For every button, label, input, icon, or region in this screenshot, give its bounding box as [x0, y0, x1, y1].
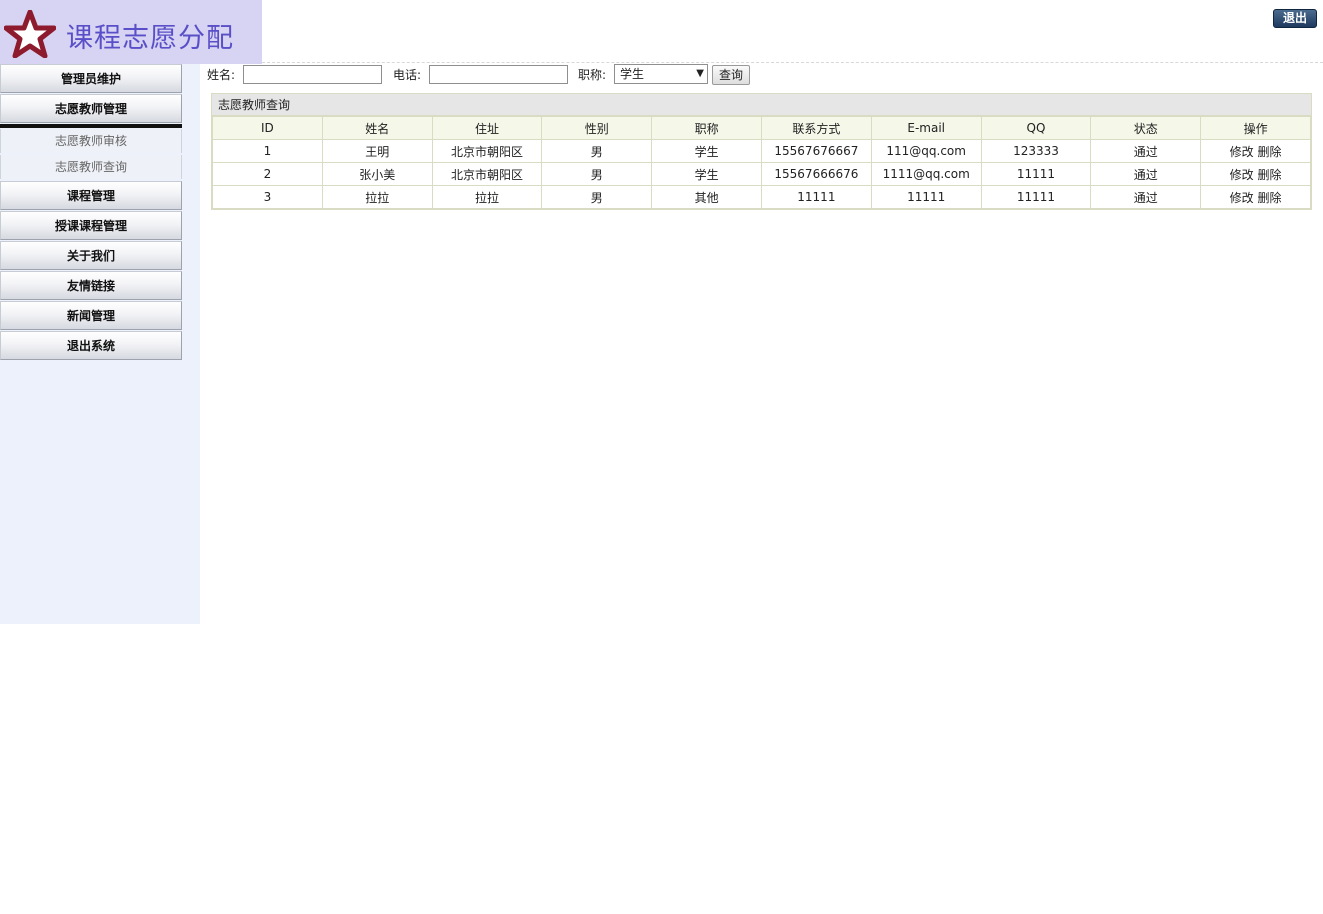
app-title: 课程志愿分配	[66, 22, 234, 54]
query-button[interactable]: 查询	[712, 65, 750, 85]
cell-title: 学生	[651, 139, 762, 163]
sidebar-item-exit[interactable]: 退出系统	[0, 331, 182, 360]
cell-gender: 男	[541, 185, 653, 209]
column-header: 状态	[1090, 116, 1202, 140]
cell-status: 通过	[1090, 185, 1202, 209]
submenu-item-teacher-query[interactable]: 志愿教师查询	[0, 155, 182, 179]
sidebar-item-about[interactable]: 关于我们	[0, 241, 182, 270]
column-header: QQ	[980, 116, 1092, 140]
table-row: 2 张小美 北京市朝阳区 男 学生 15567666676 1111@qq.co…	[212, 162, 1311, 186]
sidebar-item-course[interactable]: 课程管理	[0, 181, 182, 210]
column-header: ID	[212, 116, 323, 140]
delete-link[interactable]: 删除	[1258, 145, 1282, 159]
chevron-down-icon: ▼	[696, 68, 704, 79]
cell-actions: 修改 删除	[1200, 162, 1311, 186]
cell-name: 张小美	[321, 162, 433, 186]
cell-address: 北京市朝阳区	[431, 139, 543, 163]
cell-qq: 123333	[980, 139, 1092, 163]
name-input[interactable]	[243, 65, 382, 84]
edit-link[interactable]: 修改	[1230, 191, 1254, 205]
cell-actions: 修改 删除	[1200, 139, 1311, 163]
sidebar-item-admin[interactable]: 管理员维护	[0, 64, 182, 93]
table-header-row: ID 姓名 住址 性别 职称 联系方式 E-mail QQ 状态 操作	[212, 116, 1311, 140]
delete-link[interactable]: 删除	[1258, 191, 1282, 205]
cell-title: 其他	[651, 185, 762, 209]
column-header: 操作	[1200, 116, 1311, 140]
column-header: 职称	[651, 116, 762, 140]
cell-email: 111@qq.com	[870, 139, 982, 163]
cell-name: 拉拉	[321, 185, 433, 209]
column-header: 联系方式	[760, 116, 872, 140]
cell-address: 拉拉	[431, 185, 543, 209]
cell-address: 北京市朝阳区	[431, 162, 543, 186]
cell-gender: 男	[541, 139, 653, 163]
cell-qq: 11111	[980, 185, 1092, 209]
edit-link[interactable]: 修改	[1230, 168, 1254, 182]
table-row: 3 拉拉 拉拉 男 其他 11111 11111 11111 通过 修改 删除	[212, 185, 1311, 209]
cell-status: 通过	[1090, 139, 1202, 163]
cell-name: 王明	[321, 139, 433, 163]
submenu-item-teacher-review[interactable]: 志愿教师审核	[0, 129, 182, 153]
cell-phone: 15567676667	[760, 139, 872, 163]
logout-button[interactable]: 退出	[1273, 9, 1317, 28]
cell-qq: 11111	[980, 162, 1092, 186]
submenu-divider	[0, 124, 182, 128]
column-header: 姓名	[321, 116, 433, 140]
sidebar-item-links[interactable]: 友情链接	[0, 271, 182, 300]
title-select[interactable]: 学生 ▼	[614, 64, 708, 84]
panel-title: 志愿教师查询	[212, 94, 1311, 116]
phone-label: 电话:	[393, 68, 422, 82]
results-panel: 志愿教师查询 ID 姓名 住址 性别 职称 联系方式 E-mail QQ 状态 …	[211, 93, 1312, 210]
table-row: 1 王明 北京市朝阳区 男 学生 15567676667 111@qq.com …	[212, 139, 1311, 163]
sidebar-item-news[interactable]: 新闻管理	[0, 301, 182, 330]
header: 课程志愿分配 退出	[0, 0, 1323, 64]
cell-gender: 男	[541, 162, 653, 186]
star-icon	[4, 10, 56, 58]
cell-id: 3	[212, 185, 323, 209]
delete-link[interactable]: 删除	[1258, 168, 1282, 182]
title-label: 职称:	[578, 68, 607, 82]
column-header: 住址	[431, 116, 543, 140]
cell-phone: 15567666676	[760, 162, 872, 186]
cell-status: 通过	[1090, 162, 1202, 186]
cell-email: 11111	[870, 185, 982, 209]
cell-title: 学生	[651, 162, 762, 186]
phone-input[interactable]	[429, 65, 568, 84]
cell-phone: 11111	[760, 185, 872, 209]
results-table: ID 姓名 住址 性别 职称 联系方式 E-mail QQ 状态 操作 1 王明…	[212, 116, 1311, 209]
cell-email: 1111@qq.com	[870, 162, 982, 186]
cell-id: 2	[212, 162, 323, 186]
column-header: 性别	[541, 116, 653, 140]
sidebar-item-teaching-course[interactable]: 授课课程管理	[0, 211, 182, 240]
column-header: E-mail	[870, 116, 982, 140]
name-label: 姓名:	[207, 68, 236, 82]
sidebar-item-volunteer-teacher[interactable]: 志愿教师管理	[0, 94, 182, 123]
header-divider	[262, 62, 1323, 63]
cell-actions: 修改 删除	[1200, 185, 1311, 209]
brand-banner: 课程志愿分配	[0, 0, 262, 64]
title-select-value: 学生	[620, 67, 645, 81]
edit-link[interactable]: 修改	[1230, 145, 1254, 159]
cell-id: 1	[212, 139, 323, 163]
